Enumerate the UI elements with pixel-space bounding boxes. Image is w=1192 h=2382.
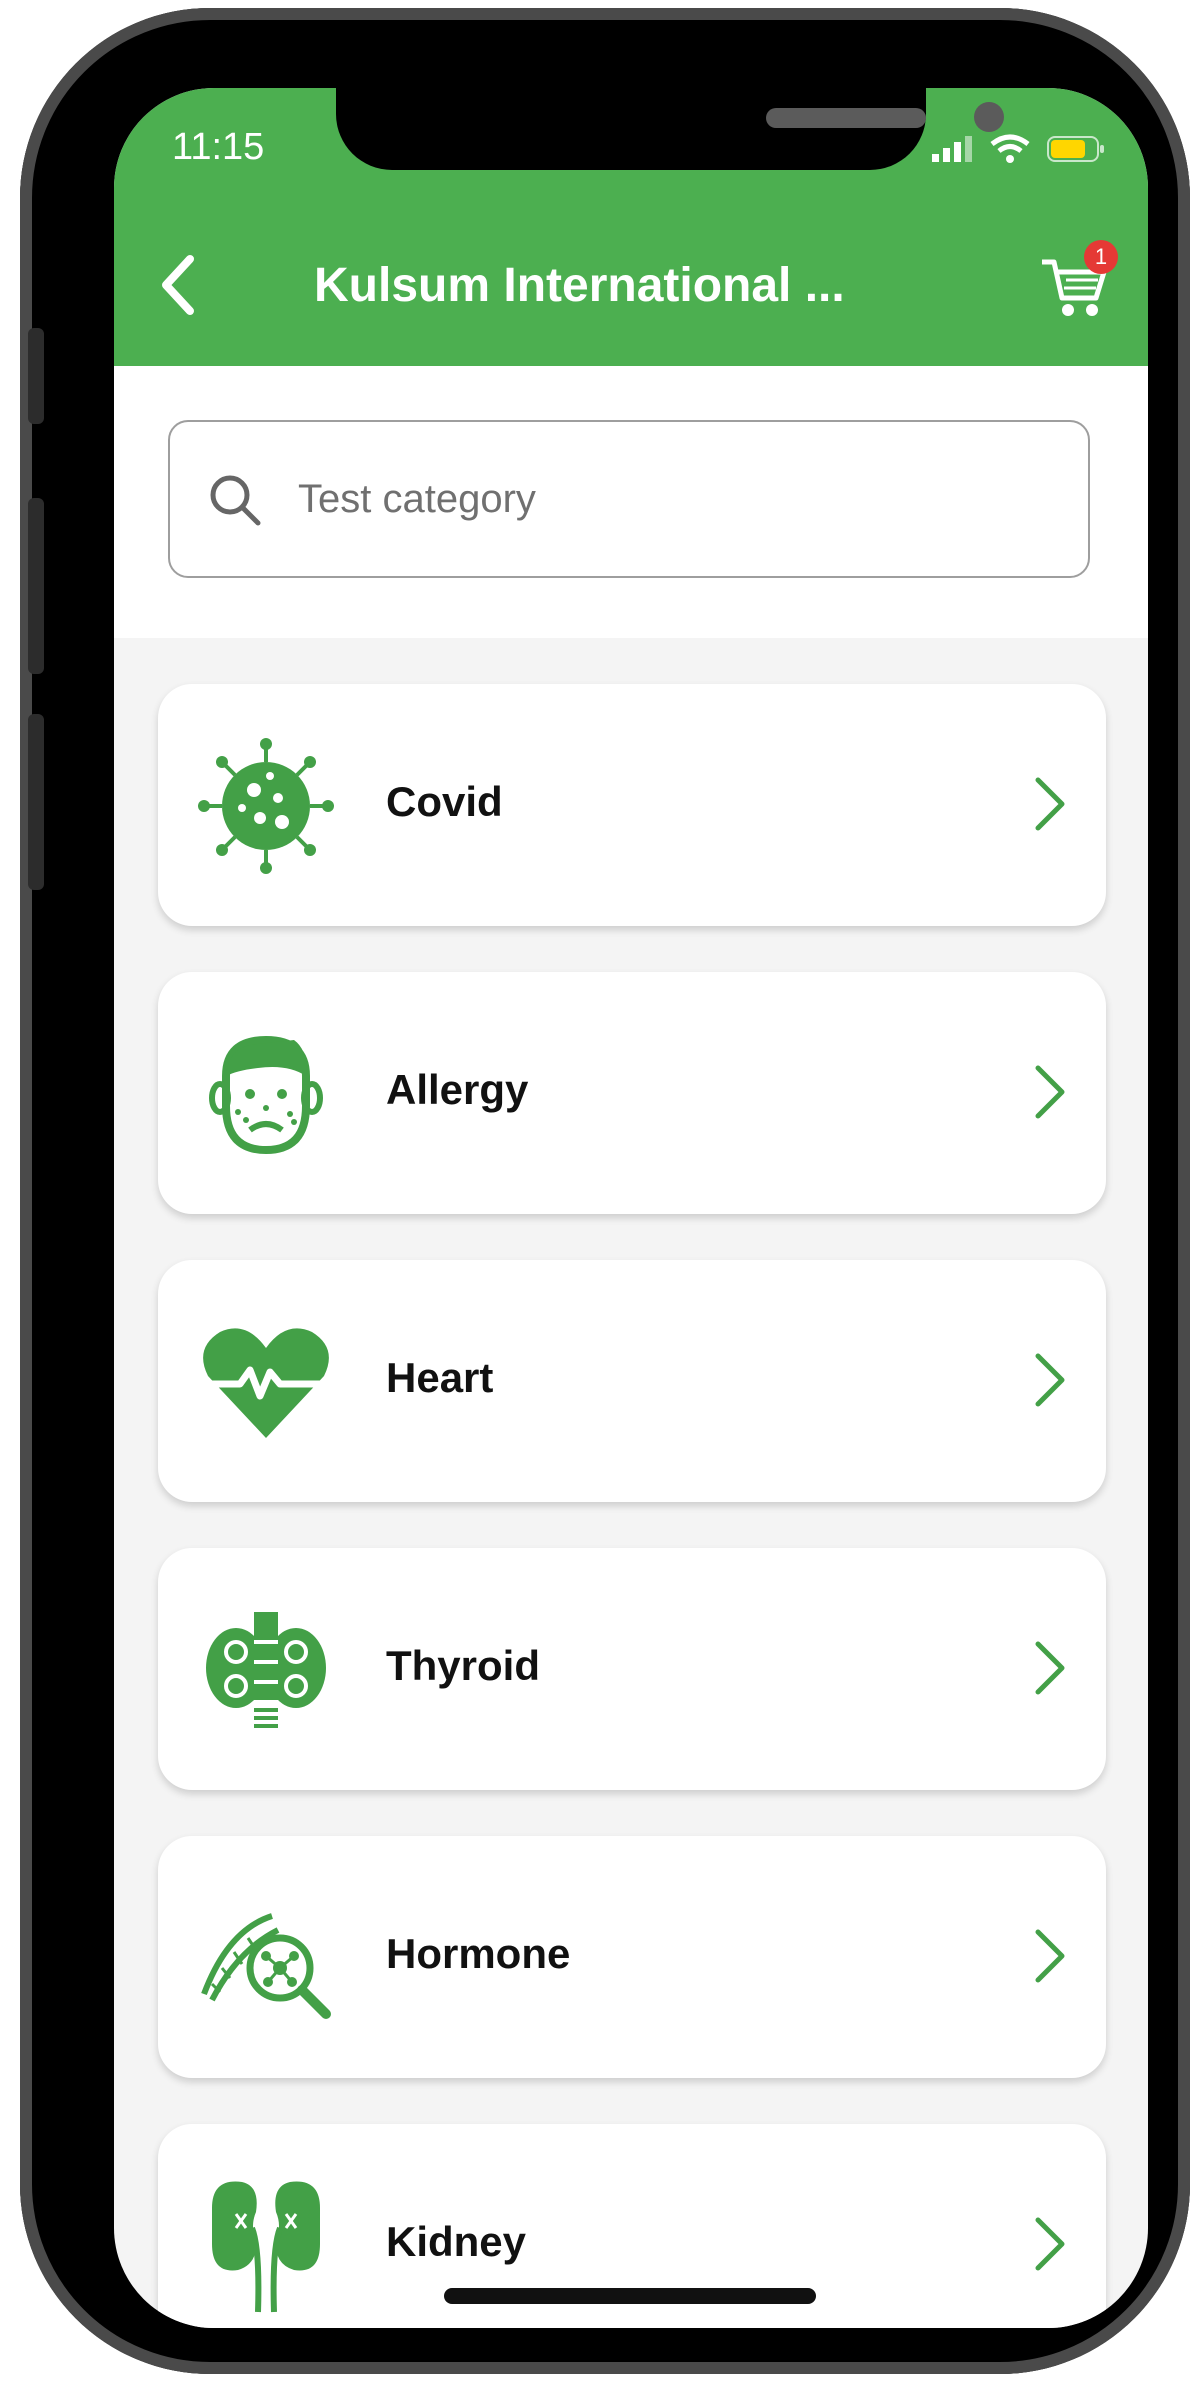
chevron-left-icon: [162, 255, 194, 315]
category-item-thyroid[interactable]: Thyroid: [158, 1548, 1106, 1790]
volume-down-button: [28, 714, 44, 890]
mute-switch: [28, 328, 44, 424]
wifi-icon: [990, 134, 1030, 163]
chevron-right-icon: [1035, 1641, 1065, 1695]
chevron-right-icon: [1035, 1065, 1065, 1119]
category-list: Covid Allergy Heart Thyroid Hormone Kidn…: [158, 684, 1106, 2328]
category-item-hormone[interactable]: Hormone: [158, 1836, 1106, 2078]
category-item-covid[interactable]: Covid: [158, 684, 1106, 926]
chevron-right-icon: [1035, 2217, 1065, 2271]
back-button[interactable]: [150, 250, 206, 320]
page-title: Kulsum International ...: [314, 259, 845, 312]
category-item-heart[interactable]: Heart: [158, 1260, 1106, 1502]
category-item-allergy[interactable]: Allergy: [158, 972, 1106, 1214]
phone-notch: [336, 88, 1004, 170]
allergy-face-icon: [209, 1035, 323, 1155]
search-field[interactable]: [168, 420, 1090, 578]
category-label: Heart: [386, 1354, 494, 1401]
search-icon: [210, 475, 261, 526]
heart-pulse-icon: [203, 1328, 329, 1438]
category-label: Allergy: [386, 1066, 529, 1113]
chevron-right-icon: [1035, 1929, 1065, 1983]
search-section: [114, 366, 1148, 638]
status-time: 11:15: [172, 126, 265, 168]
volume-up-button: [28, 498, 44, 674]
thyroid-icon: [206, 1612, 326, 1728]
front-camera: [974, 102, 1004, 132]
chevron-right-icon: [1035, 1353, 1065, 1407]
cart-button[interactable]: 1: [1038, 240, 1118, 320]
home-indicator[interactable]: [444, 2288, 816, 2304]
category-label: Hormone: [386, 1930, 571, 1977]
search-input[interactable]: [296, 475, 1000, 523]
phone-frame: 11:15 Kulsum International ... 1 Test ca…: [20, 8, 1190, 2374]
virus-icon: [198, 738, 334, 874]
kidney-icon: [212, 2181, 320, 2313]
category-label: Covid: [386, 778, 503, 825]
category-label: Kidney: [386, 2218, 527, 2265]
speaker: [766, 108, 926, 128]
status-icons: [930, 134, 1106, 164]
signal-icon: [932, 136, 972, 162]
battery-icon: [1047, 136, 1104, 162]
chevron-right-icon: [1035, 777, 1065, 831]
cart-count-badge: 1: [1084, 240, 1118, 274]
hormone-dna-magnifier-icon: [201, 1913, 331, 2019]
app-screen: 11:15 Kulsum International ... 1 Test ca…: [114, 88, 1148, 2328]
category-label: Thyroid: [386, 1642, 540, 1689]
